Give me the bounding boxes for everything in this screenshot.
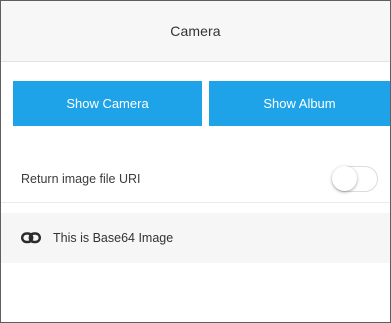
- show-camera-button[interactable]: Show Camera: [13, 81, 202, 126]
- navigation-bar: Camera: [1, 1, 390, 62]
- return-uri-row: Return image file URI: [1, 156, 390, 203]
- base64-image-row: This is Base64 Image: [1, 213, 390, 263]
- link-icon: [21, 231, 41, 245]
- toggle-knob: [332, 166, 357, 191]
- page-title: Camera: [170, 23, 221, 39]
- app-window: Camera Show Camera Show Album Return ima…: [0, 0, 391, 323]
- base64-image-text: This is Base64 Image: [53, 231, 174, 245]
- return-uri-label: Return image file URI: [21, 172, 141, 186]
- show-album-button[interactable]: Show Album: [209, 81, 390, 126]
- return-uri-toggle[interactable]: [332, 166, 378, 192]
